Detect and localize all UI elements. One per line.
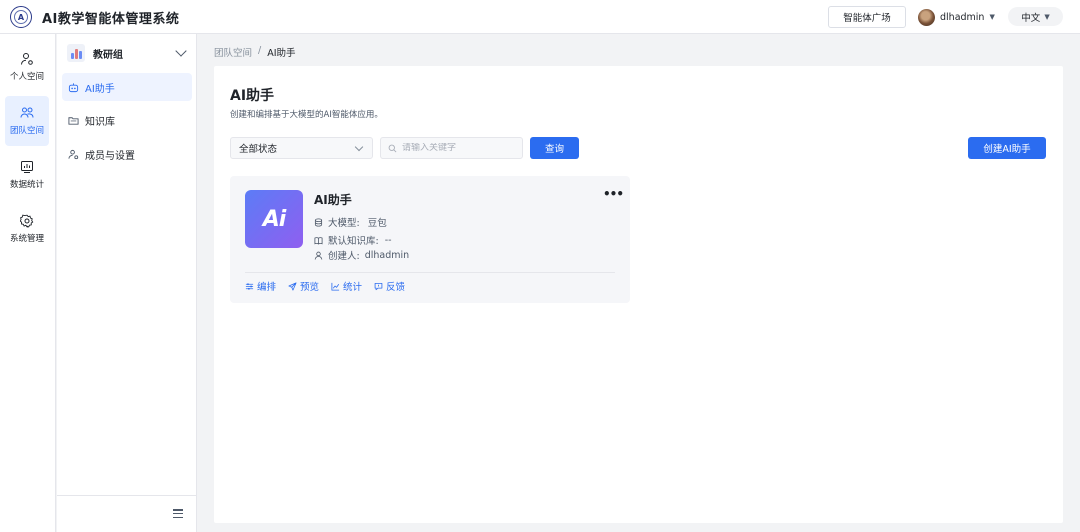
search-input[interactable] [402, 143, 512, 153]
knowledge-base-label: 默认知识库: [328, 236, 379, 247]
send-icon [288, 281, 297, 291]
sidebar-item-label: AI助手 [85, 83, 115, 95]
user-menu[interactable]: dlhadmin ▼ [918, 7, 995, 27]
top-header: A AI教学智能体管理系统 智能体广场 dlhadmin ▼ 中文 ▼ [0, 0, 1080, 34]
assistant-card[interactable]: Ai AI助手 ••• 大模型: 豆包 默认知识库: -- 创建人: dlhad… [230, 176, 630, 303]
app-title: AI教学智能体管理系统 [42, 12, 180, 27]
assistant-logo: Ai [245, 190, 303, 248]
user-icon [314, 251, 323, 260]
group-icon [67, 44, 85, 62]
language-switcher[interactable]: 中文 ▼ [1008, 7, 1063, 26]
sidebar-item-members-settings[interactable]: 成员与设置 [62, 140, 192, 168]
breadcrumb: 团队空间 / AI助手 [214, 45, 296, 59]
sidebar-item-label: 知识库 [85, 116, 115, 128]
rail-item-label: 数据统计 [9, 180, 44, 190]
main-panel: AI助手 创建和编排基于大模型的AI智能体应用。 全部状态 查询 创建AI助手 … [214, 66, 1063, 523]
rail-item-label: 团队空间 [9, 126, 44, 136]
rail-item-system-admin[interactable]: 系统管理 [5, 204, 49, 254]
creator-label: 创建人: [328, 251, 360, 262]
query-button[interactable]: 查询 [530, 137, 579, 159]
page-scrollbar[interactable] [1068, 34, 1080, 532]
breadcrumb-team-space[interactable]: 团队空间 [214, 45, 252, 59]
group-selector[interactable]: 教研组 [57, 34, 197, 72]
group-sidebar: 教研组 AI助手 知识库 成员与设置 [57, 34, 197, 532]
feedback-button[interactable]: 反馈 [374, 279, 405, 293]
statistics-button[interactable]: 统计 [331, 279, 362, 293]
assistant-title: AI助手 [314, 193, 352, 207]
book-icon [314, 236, 323, 245]
gear-icon [20, 214, 34, 228]
page-description: 创建和编排基于大模型的AI智能体应用。 [230, 110, 383, 120]
caret-down-icon: ▼ [1044, 12, 1050, 21]
robot-icon [68, 82, 79, 92]
search-icon [388, 144, 397, 152]
person-icon [21, 53, 33, 65]
breadcrumb-separator: / [258, 45, 262, 56]
meta-knowledge-base: 默认知识库: -- [314, 233, 392, 247]
team-icon [20, 107, 34, 118]
model-value: 豆包 [367, 218, 387, 229]
preview-button[interactable]: 预览 [288, 279, 319, 293]
orchestrate-button[interactable]: 编排 [245, 279, 276, 293]
sidebar-item-ai-assistant[interactable]: AI助手 [62, 73, 192, 101]
search-box[interactable] [380, 137, 523, 159]
line-chart-icon [331, 282, 340, 291]
rail-item-team-space[interactable]: 团队空间 [5, 96, 49, 146]
rail-item-label: 个人空间 [9, 72, 44, 82]
agent-plaza-button[interactable]: 智能体广场 [828, 6, 906, 28]
sidebar-item-label: 成员与设置 [85, 150, 135, 162]
chevron-down-icon [354, 142, 364, 152]
meta-model: 大模型: 豆包 [314, 215, 387, 229]
message-icon [374, 282, 383, 290]
database-icon [314, 217, 323, 227]
language-label: 中文 [1021, 12, 1041, 24]
member-settings-icon [68, 149, 79, 159]
group-name: 教研组 [93, 49, 123, 61]
username: dlhadmin [940, 11, 985, 23]
rail-item-personal-space[interactable]: 个人空间 [5, 42, 49, 92]
status-select[interactable]: 全部状态 [230, 137, 373, 159]
knowledge-base-value: -- [384, 234, 392, 246]
card-divider [245, 272, 615, 273]
more-options-icon[interactable]: ••• [603, 187, 624, 201]
status-select-value: 全部状态 [239, 144, 278, 155]
chart-icon [21, 161, 33, 173]
creator-value: dlhadmin [364, 249, 410, 261]
rail-item-data-stats[interactable]: 数据统计 [5, 150, 49, 200]
chevron-down-icon [175, 45, 187, 57]
primary-nav-rail: 个人空间 团队空间 数据统计 系统管理 [0, 34, 56, 532]
caret-down-icon: ▼ [989, 13, 995, 21]
menu-icon[interactable] [173, 509, 183, 518]
page-title: AI助手 [230, 88, 275, 104]
action-label: 统计 [343, 282, 363, 293]
folder-icon [68, 116, 79, 125]
action-label: 反馈 [386, 282, 406, 293]
action-label: 预览 [300, 282, 320, 293]
breadcrumb-current: AI助手 [267, 48, 296, 59]
rail-item-label: 系统管理 [9, 234, 44, 244]
card-actions: 编排 预览 统计 反馈 [245, 279, 405, 293]
sidebar-footer [57, 495, 197, 532]
create-ai-assistant-button[interactable]: 创建AI助手 [968, 137, 1046, 159]
avatar[interactable] [918, 8, 935, 26]
action-label: 编排 [257, 282, 277, 293]
model-label: 大模型: [328, 218, 360, 229]
sliders-icon [245, 282, 254, 290]
sidebar-item-knowledge-base[interactable]: 知识库 [62, 106, 192, 134]
logo-letter: A [14, 10, 28, 24]
meta-creator: 创建人: dlhadmin [314, 248, 409, 262]
school-emblem-icon[interactable]: A [10, 6, 32, 28]
